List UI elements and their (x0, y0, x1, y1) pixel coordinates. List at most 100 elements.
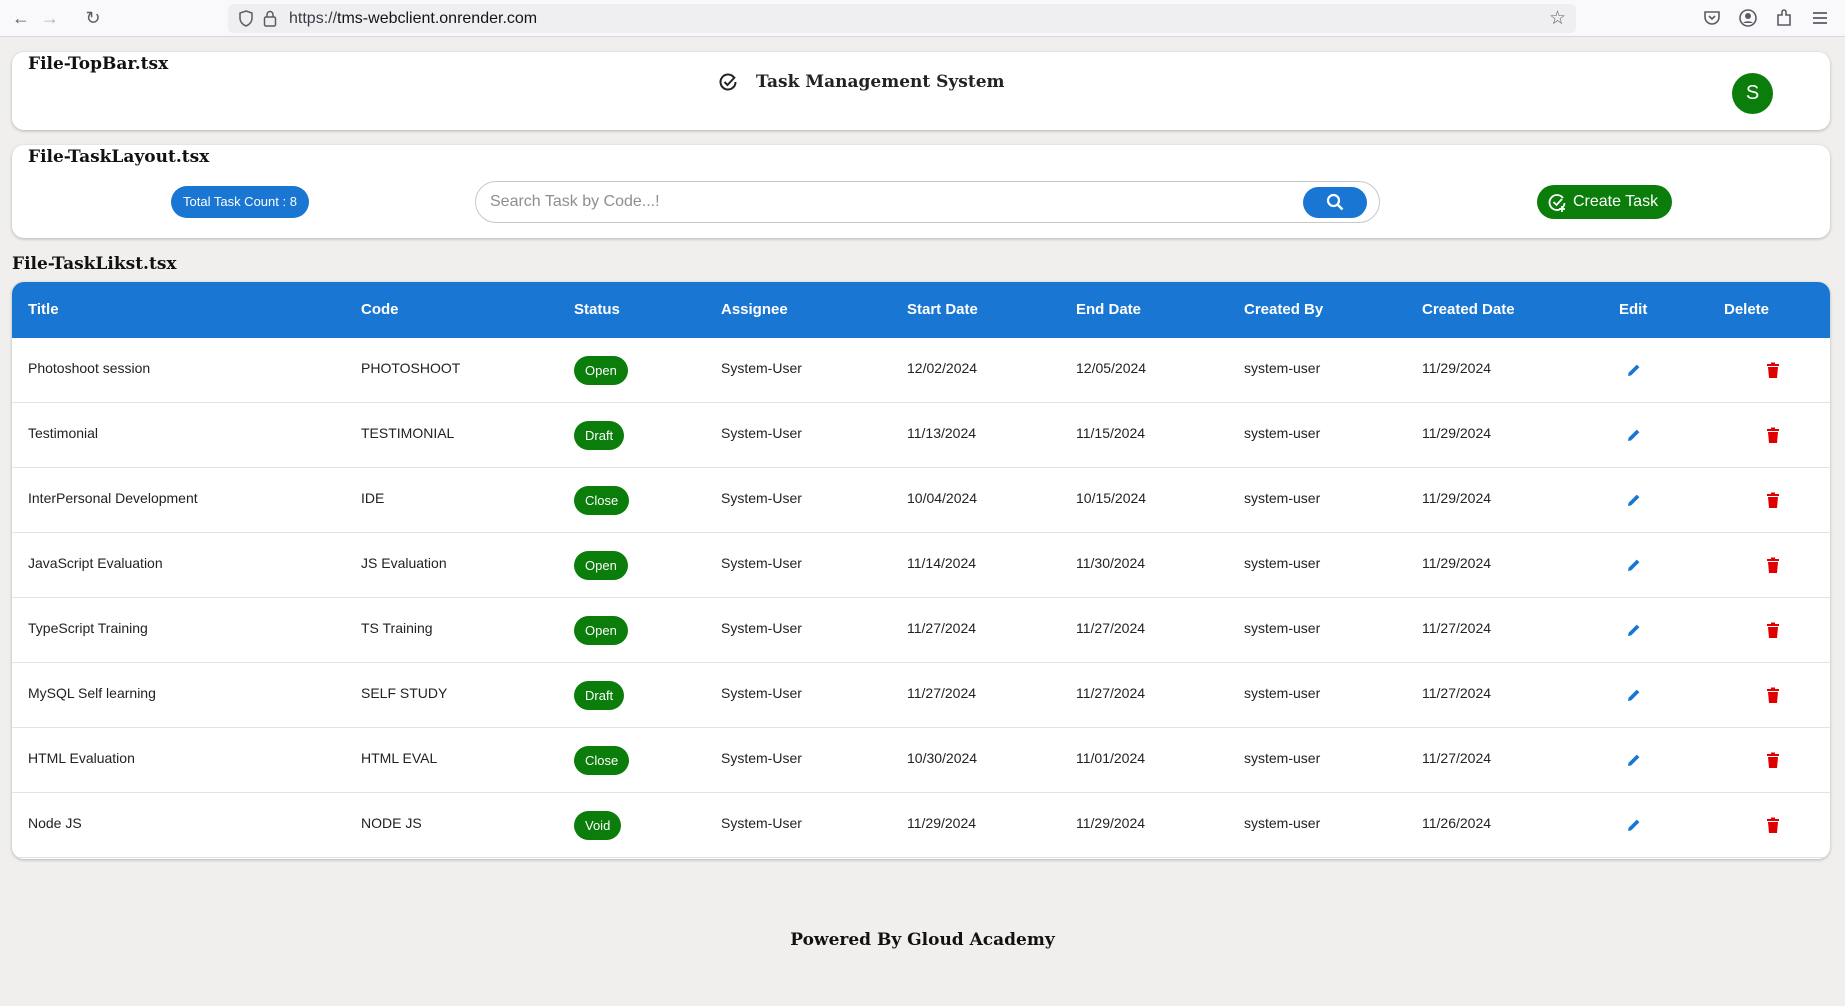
row-created-date: 11/27/2024 (1422, 750, 1492, 766)
pencil-icon[interactable] (1626, 557, 1642, 573)
row-code: SELF STUDY (361, 685, 448, 701)
search-input[interactable] (490, 191, 1280, 213)
table-row: Photoshoot session PHOTOSHOOT System-User 1… (12, 338, 1830, 403)
trash-icon[interactable] (1766, 752, 1780, 769)
bookmark-star-icon[interactable]: ☆ (1549, 7, 1566, 30)
col-title[interactable]: Title (28, 301, 59, 318)
url-text[interactable]: https://tms-webclient.onrender.com (289, 10, 537, 28)
topbar-file-label: File-TopBar.tsx (28, 54, 169, 74)
shield-icon[interactable] (238, 10, 254, 27)
row-start-date: 11/13/2024 (907, 425, 977, 441)
app-title: Task Management System (756, 72, 1005, 92)
pencil-icon[interactable] (1626, 817, 1642, 833)
col-status[interactable]: Status (574, 301, 620, 318)
row-end-date: 11/29/2024 (1076, 815, 1146, 831)
col-assignee[interactable]: Assignee (721, 301, 788, 318)
row-start-date: 11/29/2024 (907, 815, 977, 831)
address-bar[interactable]: https://tms-webclient.onrender.com ☆ (228, 4, 1576, 33)
pencil-icon[interactable] (1626, 427, 1642, 443)
row-created-date: 11/27/2024 (1422, 620, 1492, 636)
table-row: TypeScript Training TS Training System-Use… (12, 598, 1830, 663)
status-badge: Open (574, 551, 628, 580)
row-assignee: System-User (721, 620, 802, 636)
pencil-icon[interactable] (1626, 622, 1642, 638)
row-created-date: 11/29/2024 (1422, 425, 1492, 441)
row-start-date: 10/30/2024 (907, 750, 978, 766)
row-start-date: 12/02/2024 (907, 360, 978, 376)
trash-icon[interactable] (1766, 557, 1780, 574)
trash-icon[interactable] (1766, 492, 1780, 509)
browser-toolbar: ← → ↻ https://tms-webclient.onrender.com… (0, 0, 1845, 37)
table-row: MySQL Self learning SELF STUDY System-User… (12, 663, 1830, 728)
row-created-date: 11/27/2024 (1422, 685, 1492, 701)
table-row: JavaScript Evaluation JS Evaluation System… (12, 533, 1830, 598)
row-title: Photoshoot session (28, 360, 151, 376)
row-end-date: 11/27/2024 (1076, 620, 1146, 636)
row-created-by: system-user (1244, 620, 1321, 636)
table-row: InterPersonal Development IDE System-User 1… (12, 468, 1830, 533)
row-title: MySQL Self learning (28, 685, 156, 701)
forward-icon[interactable]: → (37, 7, 63, 29)
trash-icon[interactable] (1766, 427, 1780, 444)
col-end-date[interactable]: End Date (1076, 301, 1141, 318)
back-icon[interactable]: ← (8, 7, 34, 29)
row-created-by: system-user (1244, 685, 1321, 701)
col-start-date[interactable]: Start Date (907, 301, 978, 318)
row-created-by: system-user (1244, 815, 1321, 831)
lock-icon[interactable] (263, 10, 277, 27)
status-badge: Draft (574, 681, 625, 710)
table-header: Title Code Status Assignee Start Date En… (12, 282, 1830, 338)
row-title: TypeScript Training (28, 620, 148, 636)
row-code: PHOTOSHOOT (361, 360, 461, 376)
app-title-group: Task Management System (718, 72, 1005, 92)
pencil-icon[interactable] (1626, 687, 1642, 703)
row-title: JavaScript Evaluation (28, 555, 163, 571)
search-icon (1326, 193, 1344, 211)
trash-icon[interactable] (1766, 622, 1780, 639)
col-edit: Edit (1619, 301, 1648, 318)
col-code[interactable]: Code (361, 301, 399, 318)
status-badge: Draft (574, 421, 625, 450)
col-delete: Delete (1724, 301, 1770, 318)
row-assignee: System-User (721, 490, 802, 506)
task-count-badge: Total Task Count : 8 (171, 186, 309, 218)
row-code: TESTIMONIAL (361, 425, 455, 441)
row-end-date: 11/30/2024 (1076, 555, 1146, 571)
trash-icon[interactable] (1766, 362, 1780, 379)
footer-text: Powered By Gloud Academy (790, 930, 1055, 950)
menu-icon[interactable] (1809, 6, 1831, 30)
row-title: HTML Evaluation (28, 750, 135, 766)
account-icon[interactable] (1737, 6, 1759, 30)
pencil-icon[interactable] (1626, 492, 1642, 508)
search-box (475, 181, 1380, 223)
avatar[interactable]: S (1732, 73, 1773, 114)
row-assignee: System-User (721, 360, 802, 376)
task-layout-file-label: File-TaskLayout.tsx (28, 147, 210, 167)
pencil-icon[interactable] (1626, 752, 1642, 768)
extensions-icon[interactable] (1773, 6, 1795, 30)
row-created-date: 11/29/2024 (1422, 555, 1492, 571)
row-created-date: 11/26/2024 (1422, 815, 1492, 831)
pocket-icon[interactable] (1701, 6, 1723, 30)
row-title: Testimonial (28, 425, 99, 441)
status-badge: Open (574, 616, 628, 645)
row-created-date: 11/29/2024 (1422, 360, 1492, 376)
pencil-icon[interactable] (1626, 362, 1642, 378)
search-button[interactable] (1303, 187, 1367, 218)
col-created-date[interactable]: Created Date (1422, 301, 1515, 318)
reload-icon[interactable]: ↻ (80, 7, 106, 29)
row-assignee: System-User (721, 685, 802, 701)
create-task-label: Create Task (1573, 193, 1659, 210)
task-list-file-label: File-TaskLikst.tsx (12, 254, 177, 274)
row-assignee: System-User (721, 750, 802, 766)
row-assignee: System-User (721, 555, 802, 571)
trash-icon[interactable] (1766, 687, 1780, 704)
row-start-date: 11/14/2024 (907, 555, 977, 571)
row-created-by: system-user (1244, 425, 1321, 441)
url-scheme: https:// (289, 10, 338, 27)
table-row: Node JS NODE JS System-User 11/29/2024 11/29… (12, 793, 1830, 858)
create-task-button[interactable]: Create Task (1537, 185, 1673, 219)
col-created-by[interactable]: Created By (1244, 301, 1323, 318)
row-end-date: 11/15/2024 (1076, 425, 1146, 441)
trash-icon[interactable] (1766, 817, 1780, 834)
